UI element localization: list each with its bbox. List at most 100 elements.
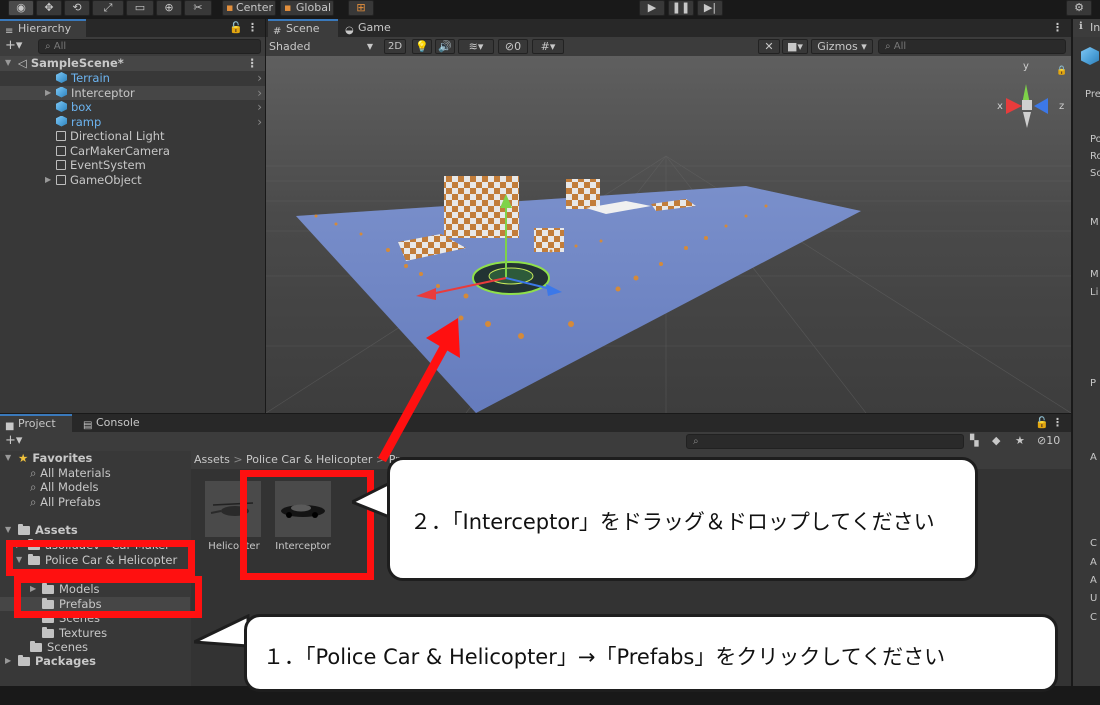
hierarchy-item-label: ramp: [71, 114, 102, 129]
project-search-input[interactable]: ⌕: [686, 434, 964, 449]
callout-step2: ２．「Interceptor」をドラッグ＆ドロップしてください: [387, 457, 978, 581]
chevron-right-icon[interactable]: ›: [257, 100, 262, 115]
hierarchy-item[interactable]: EventSystem: [0, 158, 265, 173]
chevron-right-icon[interactable]: ›: [257, 71, 262, 86]
favorites-item[interactable]: ⌕ All Models: [0, 480, 190, 495]
create-plus-icon[interactable]: +▾: [5, 38, 22, 53]
unity-scene-icon: ◁: [18, 56, 27, 70]
hidden-packages-button[interactable]: ⊘10: [1037, 434, 1060, 447]
drag-arrow-annotation: [378, 318, 460, 463]
chevron-right-icon[interactable]: ›: [257, 86, 262, 101]
effects-toggle-icon[interactable]: ≋▾: [458, 39, 494, 54]
favorites-row[interactable]: ▼ ★ Favorites: [0, 451, 190, 466]
step1-text: １．「Police Car & Helicopter」→「Prefabs」をクリ…: [263, 645, 946, 669]
transform-tool-button[interactable]: ⊕: [156, 0, 182, 16]
lock-icon[interactable]: 🔓: [229, 21, 243, 34]
rotate-tool-button[interactable]: ⟲: [64, 0, 90, 16]
chevron-right-icon[interactable]: ›: [257, 115, 262, 130]
expand-arrow-icon[interactable]: ▼: [5, 451, 11, 466]
search-by-label-icon[interactable]: ◆: [992, 434, 1000, 447]
tab-hierarchy[interactable]: ≡ Hierarchy: [0, 19, 86, 37]
scene-row[interactable]: ▼ ◁ SampleScene* ⋮: [0, 56, 265, 71]
move-tool-button[interactable]: ✥: [36, 0, 62, 16]
space-global-button[interactable]: ▪ Global: [280, 0, 334, 16]
tab-console[interactable]: ▤ Console: [78, 414, 148, 432]
view-tool-button[interactable]: ◉: [8, 0, 34, 16]
hierarchy-item-label: box: [71, 100, 92, 114]
tab-inspector-label[interactable]: In: [1090, 21, 1100, 34]
breadcrumb-assets[interactable]: Assets: [194, 453, 230, 466]
create-plus-icon[interactable]: +▾: [5, 433, 22, 448]
tab-game[interactable]: ◒ Game: [340, 19, 400, 37]
scene-more-icon[interactable]: ⋮: [1052, 21, 1063, 34]
scene-more-icon[interactable]: ⋮: [247, 56, 259, 71]
assets-row[interactable]: ▼ Assets: [0, 523, 190, 538]
search-by-type-icon[interactable]: ▚: [970, 434, 978, 447]
eye-slash-icon: ⊘: [504, 40, 515, 53]
folder-icon: [18, 655, 30, 666]
hierarchy-item-label: Directional Light: [70, 129, 165, 143]
hierarchy-item[interactable]: CarMakerCamera: [0, 144, 265, 159]
tab-scene[interactable]: # Scene: [268, 19, 338, 37]
toggle-2d-button[interactable]: 2D: [384, 39, 406, 54]
asset-folder-item[interactable]: Textures: [0, 626, 190, 641]
favorites-item[interactable]: ⌕ All Materials: [0, 466, 190, 481]
hierarchy-item-label: Terrain: [71, 71, 110, 85]
expand-arrow-icon[interactable]: ▶: [45, 86, 51, 101]
scene-search-input[interactable]: ⌕ All: [878, 39, 1066, 54]
audio-toggle-icon[interactable]: 🔊: [435, 39, 455, 54]
hierarchy-item[interactable]: Terrain ›: [0, 71, 265, 86]
hierarchy-search-input[interactable]: ⌕ All: [38, 39, 261, 54]
favorite-star-icon[interactable]: ★: [1015, 434, 1025, 447]
gameobject-cube-icon: [56, 160, 66, 170]
asset-folder-item[interactable]: Scenes: [0, 640, 190, 655]
hierarchy-item[interactable]: ramp ›: [0, 115, 265, 130]
expand-arrow-icon[interactable]: ▶: [5, 654, 11, 669]
hierarchy-item[interactable]: box ›: [0, 100, 265, 115]
tab-project[interactable]: ■ Project: [0, 414, 72, 432]
tab-project-label: Project: [18, 417, 56, 430]
expand-arrow-icon[interactable]: ▼: [5, 56, 11, 71]
scale-tool-button[interactable]: ⤢: [92, 0, 124, 16]
shading-mode-dropdown[interactable]: Shaded ▼: [269, 39, 375, 54]
hierarchy-item[interactable]: ▶ Interceptor ›: [0, 85, 265, 101]
grid-toggle-icon[interactable]: #▾: [532, 39, 564, 54]
hierarchy-item[interactable]: Directional Light: [0, 129, 265, 144]
callout1-pointer: [194, 614, 250, 648]
pivot-center-button[interactable]: ▪ Center: [222, 0, 276, 16]
tab-hierarchy-label: Hierarchy: [18, 22, 72, 35]
asset-folder-label: Scenes: [47, 640, 89, 654]
packages-label: Packages: [35, 654, 96, 668]
inspector-field-label: Po: [1090, 134, 1100, 145]
hidden-objects-button[interactable]: ⊘0: [498, 39, 528, 54]
packages-row[interactable]: ▶ Packages: [0, 654, 190, 669]
settings-gear-icon[interactable]: ⚙: [1066, 0, 1092, 16]
tools-icon[interactable]: ✕: [758, 39, 780, 54]
pivot-label: Center: [235, 1, 273, 14]
more-options-icon[interactable]: ⋮: [247, 21, 258, 34]
pause-button[interactable]: ❚❚: [668, 0, 694, 16]
gizmo-lock-icon[interactable]: 🔒: [1056, 66, 1067, 76]
step-button[interactable]: ▶|: [697, 0, 723, 16]
project-toolbar: +▾ ⌕ ▚ ◆ ★ ⊘10: [0, 432, 1071, 451]
callout-step1: １．「Police Car & Helicopter」→「Prefabs」をクリ…: [244, 614, 1058, 692]
gizmos-dropdown[interactable]: Gizmos ▾: [811, 39, 873, 54]
lock-icon[interactable]: 🔓: [1035, 416, 1049, 429]
tab-scene-label: Scene: [286, 22, 320, 35]
grid-snap-button[interactable]: ⊞: [348, 0, 374, 16]
rect-tool-button[interactable]: ▭: [126, 0, 154, 16]
hierarchy-item[interactable]: ▶ GameObject: [0, 173, 265, 188]
hierarchy-searchbar: +▾ ⌕ All: [0, 37, 265, 56]
camera-icon[interactable]: ■▾: [782, 39, 808, 54]
play-button[interactable]: ▶: [639, 0, 665, 16]
custom-tool-button[interactable]: ✂: [184, 0, 212, 16]
folder-icon: [42, 626, 54, 638]
breadcrumb-police-car[interactable]: Police Car & Helicopter: [246, 453, 372, 466]
expand-arrow-icon[interactable]: ▼: [5, 523, 11, 538]
favorites-item[interactable]: ⌕ All Prefabs: [0, 495, 190, 510]
expand-arrow-icon[interactable]: ▶: [45, 173, 51, 188]
hidden-packages-count: 10: [1046, 434, 1061, 447]
lighting-toggle-icon[interactable]: 💡: [412, 39, 432, 54]
project-more-icon[interactable]: ⋮: [1052, 416, 1063, 429]
inspector-tabbar: ℹ In: [1073, 19, 1100, 37]
